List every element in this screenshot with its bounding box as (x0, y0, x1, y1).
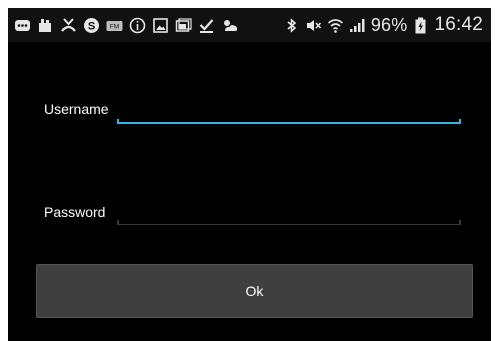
mute-icon (305, 17, 322, 34)
clock: 16:42 (434, 14, 483, 35)
password-label: Password (44, 204, 106, 220)
fm-radio-icon: FM (106, 17, 123, 34)
wifi-icon (327, 17, 344, 34)
status-bar: S FM 96% 16:42 (8, 8, 491, 42)
battery-icon (412, 17, 429, 34)
gallery-icon (175, 17, 192, 34)
missed-call-icon (60, 17, 77, 34)
signal-icon (349, 17, 366, 34)
weather-icon (221, 17, 238, 34)
status-bar-notifications: S FM (8, 17, 238, 34)
username-input[interactable] (118, 100, 464, 124)
bluetooth-icon (283, 17, 300, 34)
status-bar-system: 96% 16:42 (283, 14, 491, 36)
svg-text:FM: FM (110, 23, 119, 30)
image-icon (152, 17, 169, 34)
svg-text:S: S (88, 20, 95, 32)
username-label: Username (44, 101, 109, 117)
skype-icon: S (83, 17, 100, 34)
ok-button[interactable]: Ok (36, 264, 473, 318)
bbm-icon (14, 17, 31, 34)
ok-button-label: Ok (245, 283, 264, 299)
info-icon (129, 17, 146, 34)
username-underline (117, 119, 461, 124)
password-underline (117, 220, 461, 225)
download-done-icon (198, 17, 215, 34)
app-screen: S FM 96% 16:42 Username Password Ok (8, 8, 491, 341)
notification-icon (37, 17, 54, 34)
battery-percent: 96% (370, 14, 408, 35)
